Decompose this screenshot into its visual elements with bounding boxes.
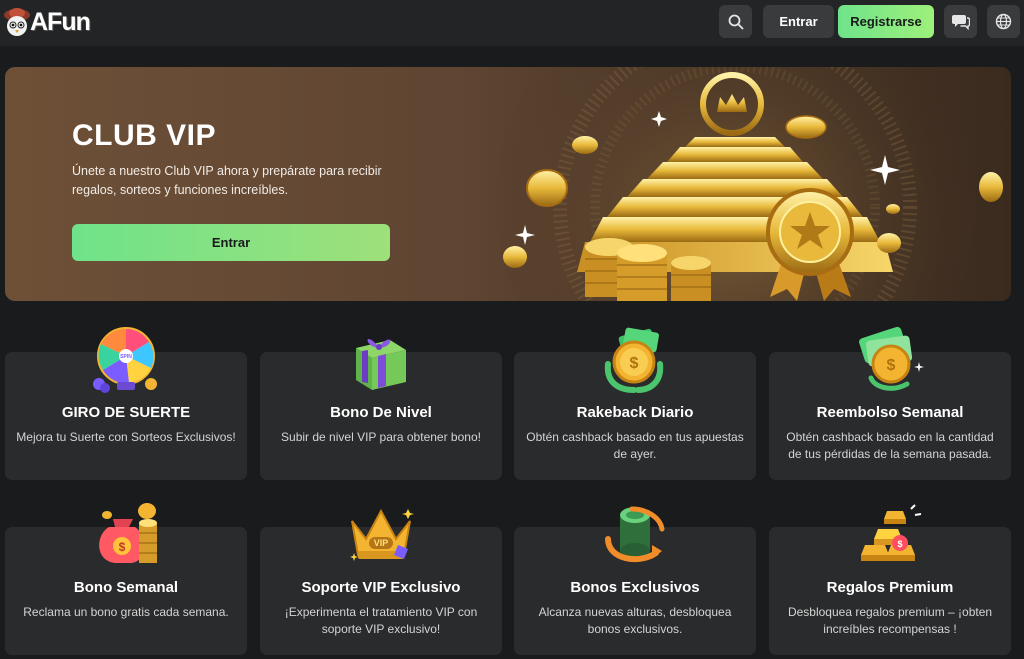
login-button[interactable]: Entrar (763, 5, 834, 38)
card-title: GIRO DE SUERTE (61, 404, 191, 421)
chat-button[interactable] (944, 5, 977, 38)
svg-text:SPIN: SPIN (120, 354, 132, 360)
card-title: Rakeback Diario (576, 404, 694, 421)
vip-crown-icon: VIP (350, 508, 414, 561)
card-daily-rakeback[interactable]: $ Rakeback Diario Obtén cashback basado … (514, 327, 756, 480)
gold-bars-icon: $ (861, 504, 922, 561)
coin-cash-icon: $ (604, 327, 664, 393)
money-bag-icon: $ (99, 503, 157, 563)
register-button[interactable]: Registrarse (838, 5, 934, 38)
card-weekly-cashback[interactable]: $ Reembolso Semanal Obtén cashback basad… (769, 326, 1011, 480)
card-description: Obtén cashback basado en la cantidad de … (786, 430, 994, 461)
cashback-money-icon: $ (859, 326, 924, 391)
card-title: Reembolso Semanal (816, 404, 964, 421)
card-description: Desbloquea regalos premium – ¡obten incr… (787, 605, 993, 636)
card-description: Mejora tu Suerte con Sorteos Exclusivos! (16, 430, 236, 444)
card-title: Bono Semanal (73, 579, 179, 596)
card-vip-support[interactable]: VIP Soporte VIP Exclusivo ¡Experimenta e… (260, 508, 502, 655)
card-level-bonus[interactable]: Bono De Nivel Subir de nivel VIP para ob… (260, 338, 502, 480)
svg-text:$: $ (887, 357, 896, 374)
globe-icon (995, 13, 1012, 30)
svg-text:$: $ (897, 539, 902, 549)
card-description: Alcanza nuevas alturas, desbloquea bonos… (538, 605, 732, 636)
card-lucky-spin[interactable]: SPIN GIRO DE SUERTE Mejora tu Suerte con… (5, 327, 247, 480)
spin-wheel-icon: SPIN (93, 327, 157, 393)
svg-text:VIP: VIP (374, 538, 389, 548)
card-title: Bono De Nivel (330, 404, 432, 421)
svg-text:$: $ (630, 355, 639, 372)
card-title: Bonos Exclusivos (570, 579, 700, 596)
language-button[interactable] (987, 5, 1020, 38)
mascot-logo-icon (4, 8, 30, 36)
gold-pyramid-illustration (495, 67, 1003, 301)
card-title: Soporte VIP Exclusivo (301, 579, 461, 596)
card-description: Subir de nivel VIP para obtener bono! (281, 430, 481, 444)
hero-enter-button[interactable]: Entrar (72, 224, 390, 261)
search-icon (728, 14, 743, 29)
chat-icon (951, 15, 970, 30)
card-description: Reclama un bono gratis cada semana. (23, 605, 229, 619)
hero-description: Únete a nuestro Club VIP ahora y prepára… (72, 164, 382, 197)
card-description: ¡Experimenta el tratamiento VIP con sopo… (284, 605, 478, 636)
card-premium-gifts[interactable]: $ Regalos Premium Desbloquea regalos pre… (769, 504, 1011, 655)
svg-text:$: $ (119, 540, 126, 554)
logo-text: AFun (30, 7, 91, 36)
card-title: Regalos Premium (826, 579, 954, 596)
vip-club-banner: CLUB VIP Únete a nuestro Club VIP ahora … (5, 67, 1011, 301)
gift-box-icon (356, 338, 406, 390)
brand-logo[interactable]: AFun (2, 6, 91, 38)
card-description: Obtén cashback basado en tus apuestas de… (526, 430, 744, 461)
top-header: AFun Entrar Registrarse (0, 0, 1024, 46)
search-button[interactable] (719, 5, 752, 38)
coin-stack-arrows-icon (605, 506, 665, 563)
card-weekly-bonus[interactable]: $ Bono Semanal Reclama un bono gratis ca… (5, 503, 247, 655)
hero-title: CLUB VIP (72, 119, 217, 152)
card-exclusive-bonuses[interactable]: Bonos Exclusivos Alcanza nuevas alturas,… (514, 506, 756, 655)
